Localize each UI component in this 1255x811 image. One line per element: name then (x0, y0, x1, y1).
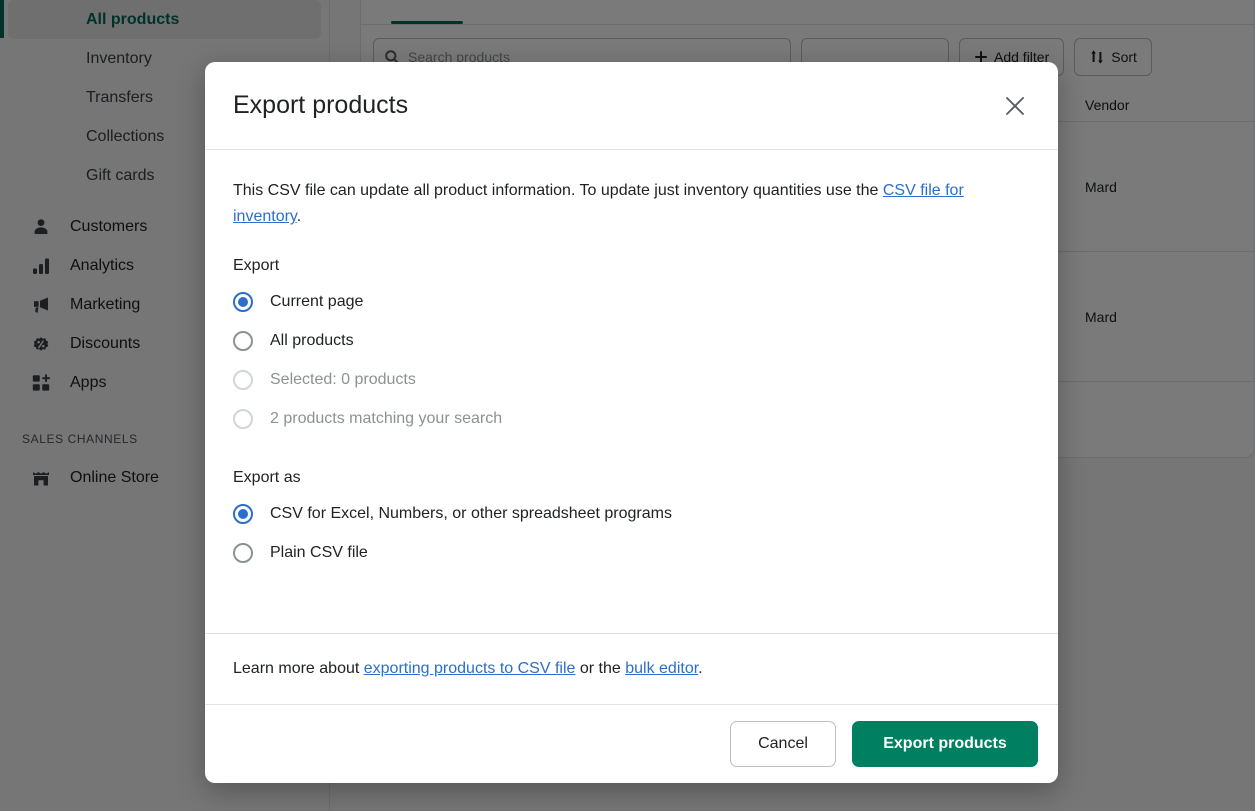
export-section-label: Export (233, 257, 1030, 275)
radio-option-csv-for-excel[interactable]: CSV for Excel, Numbers, or other spreads… (233, 495, 1030, 534)
cancel-button[interactable]: Cancel (730, 721, 836, 767)
radio-option-all-products[interactable]: All products (233, 322, 1030, 361)
modal-footer-note: Learn more about exporting products to C… (205, 633, 1058, 704)
modal-header: Export products (205, 62, 1058, 150)
radio-option-selected-products: Selected: 0 products (233, 361, 1030, 400)
description-text-after: . (297, 208, 301, 225)
radio-icon (233, 370, 253, 390)
modal-body: This CSV file can update all product inf… (205, 150, 1058, 633)
radio-icon (233, 331, 253, 351)
radio-option-current-page[interactable]: Current page (233, 283, 1030, 322)
radio-option-matching-search: 2 products matching your search (233, 400, 1030, 439)
description-text-before: This CSV file can update all product inf… (233, 182, 883, 199)
footer-note-suffix: . (698, 660, 702, 677)
radio-label: Plain CSV file (270, 544, 368, 562)
modal-description: This CSV file can update all product inf… (233, 178, 1023, 231)
exporting-products-link[interactable]: exporting products to CSV file (364, 660, 576, 677)
export-products-modal: Export products This CSV file can update… (205, 62, 1058, 783)
radio-label: CSV for Excel, Numbers, or other spreads… (270, 505, 672, 523)
radio-option-plain-csv[interactable]: Plain CSV file (233, 534, 1030, 573)
bulk-editor-link[interactable]: bulk editor (625, 660, 698, 677)
export-products-button[interactable]: Export products (852, 721, 1038, 767)
modal-title: Export products (233, 91, 998, 120)
close-icon[interactable] (998, 89, 1032, 123)
radio-label: 2 products matching your search (270, 410, 502, 428)
footer-note-middle: or the (575, 660, 625, 677)
modal-actions: Cancel Export products (205, 704, 1058, 783)
radio-label: Current page (270, 293, 363, 311)
radio-icon (233, 504, 253, 524)
radio-icon (233, 543, 253, 563)
export-as-section-label: Export as (233, 469, 1030, 487)
radio-label: All products (270, 332, 354, 350)
radio-label: Selected: 0 products (270, 371, 416, 389)
radio-icon (233, 409, 253, 429)
radio-icon (233, 292, 253, 312)
footer-note-prefix: Learn more about (233, 660, 364, 677)
